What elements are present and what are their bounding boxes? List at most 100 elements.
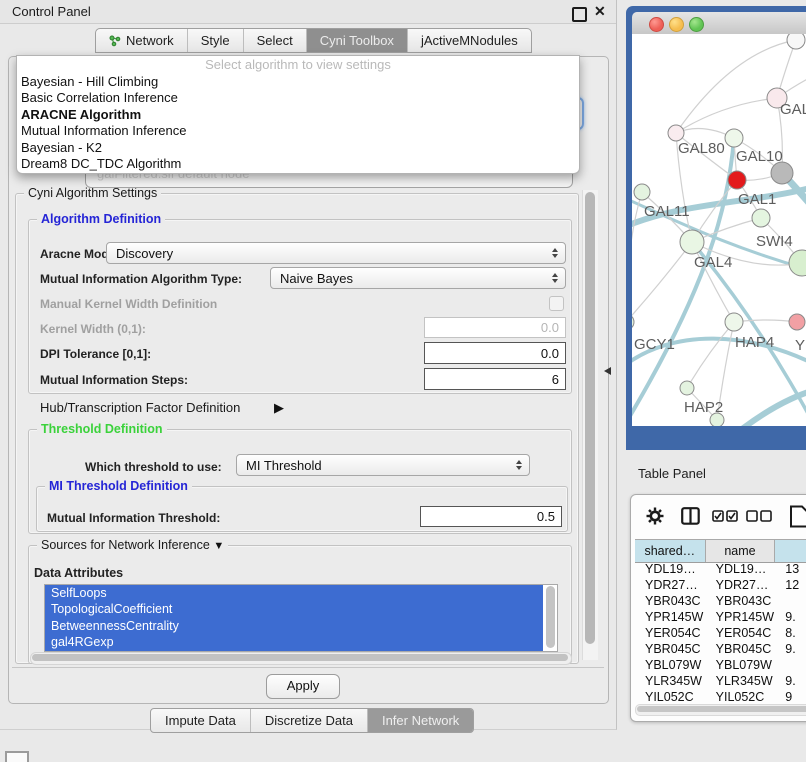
tab-infer-network[interactable]: Infer Network: [368, 709, 473, 732]
network-canvas[interactable]: GAL GAL80 GAL10 GAL1 GAL11 SWI4 GAL4 GCY…: [632, 34, 806, 426]
cyni-bottom-tabbar: Impute Data Discretize Data Infer Networ…: [150, 708, 474, 733]
which-threshold-combobox[interactable]: MI Threshold: [236, 454, 530, 476]
tab-label: Select: [257, 33, 293, 48]
network-node-salmon[interactable]: [789, 314, 805, 330]
group-title: Algorithm Definition: [37, 212, 165, 226]
float-panel-icon[interactable]: [572, 7, 587, 22]
cell-value: [775, 657, 806, 673]
table-row[interactable]: YLR345WYLR345W9.: [635, 673, 806, 689]
tab-network[interactable]: Network: [96, 29, 188, 52]
cell-value: [775, 593, 806, 609]
network-node-gray[interactable]: [771, 162, 793, 184]
column-layout-icon[interactable]: [681, 507, 700, 525]
mi-steps-input[interactable]: [424, 368, 566, 390]
mi-type-combobox[interactable]: Naive Bayes: [270, 267, 566, 289]
tab-select[interactable]: Select: [244, 29, 307, 52]
tab-style[interactable]: Style: [188, 29, 244, 52]
cell-name: YBR043C: [706, 593, 776, 609]
select-all-checkboxes-icon[interactable]: [712, 510, 738, 522]
collapse-arrow-icon[interactable]: ▶: [274, 400, 284, 416]
tab-label: Discretize Data: [265, 713, 353, 728]
algorithm-option[interactable]: Dream8 DC_TDC Algorithm: [17, 156, 579, 172]
network-node-gal11[interactable]: [634, 184, 650, 200]
tab-cyni-toolbox[interactable]: Cyni Toolbox: [307, 29, 408, 52]
algorithm-option[interactable]: Mutual Information Inference: [17, 123, 579, 139]
network-node[interactable]: [787, 34, 805, 49]
cell-name: YER054C: [706, 625, 776, 641]
cell-shared: YBL079W: [635, 657, 706, 673]
new-table-icon[interactable]: [789, 505, 806, 528]
network-node-hap2[interactable]: [680, 381, 694, 395]
algorithm-dropdown-popup: Select algorithm to view settings Bayesi…: [16, 55, 580, 174]
network-node-gal80[interactable]: [668, 125, 684, 141]
settings-horizontal-scrollbar[interactable]: [30, 652, 572, 665]
mi-threshold-input[interactable]: [420, 506, 562, 527]
control-panel: Control Panel ✕ Network Style Select Cyn…: [0, 0, 617, 730]
table-row[interactable]: YBR045CYBR045C9.: [635, 641, 806, 657]
scrollbar-thumb[interactable]: [585, 192, 595, 644]
node-label: GAL: [780, 101, 806, 118]
table-row[interactable]: YDR27…YDR27…12: [635, 577, 806, 593]
attribute-item-selected[interactable]: gal4RGexp: [45, 634, 543, 650]
cell-name: YLR345W: [706, 673, 776, 689]
algorithm-option[interactable]: Basic Correlation Inference: [17, 90, 579, 106]
network-window-titlebar[interactable]: [632, 12, 806, 35]
column-header-sharedname[interactable]: shared…: [635, 540, 706, 562]
algorithm-option[interactable]: Bayesian - Hill Climbing: [17, 74, 579, 90]
attribute-item-selected[interactable]: SelfLoops: [45, 585, 543, 601]
tab-label: Cyni Toolbox: [320, 33, 394, 48]
algorithm-option[interactable]: Bayesian - K2: [17, 140, 579, 156]
minimize-window-icon[interactable]: [669, 17, 684, 32]
control-panel-title: Control Panel: [12, 4, 91, 19]
table-row[interactable]: YBR043CYBR043C: [635, 593, 806, 609]
table-row[interactable]: YER054CYER054C8.: [635, 625, 806, 641]
list-vertical-scrollbar[interactable]: [546, 586, 555, 648]
apply-button[interactable]: Apply: [266, 674, 340, 699]
data-attributes-list[interactable]: SelfLoops TopologicalCoefficient Between…: [44, 584, 558, 652]
column-header-name[interactable]: name: [706, 540, 776, 562]
node-label: GAL80: [678, 140, 725, 157]
expand-arrow-icon[interactable]: ▼: [213, 540, 224, 552]
mi-threshold-label: Mutual Information Threshold:: [47, 511, 220, 525]
zoom-window-icon[interactable]: [689, 17, 704, 32]
column-header-partial[interactable]: [775, 540, 806, 562]
table-body[interactable]: YDL19…YDL19…13 YDR27…YDR27…12 YBR043CYBR…: [635, 561, 806, 701]
scrollbar-thumb[interactable]: [32, 654, 568, 661]
network-node-gcy1[interactable]: [632, 314, 634, 330]
cell-name: YDR27…: [706, 577, 776, 593]
kernel-width-input[interactable]: [424, 317, 566, 338]
attribute-item-selected[interactable]: BetweennessCentrality: [45, 618, 543, 634]
network-node-gal10[interactable]: [725, 129, 743, 147]
cell-shared: YIL052C: [635, 689, 706, 701]
manual-kernel-checkbox[interactable]: [549, 296, 564, 311]
table-row[interactable]: YPR145WYPR145W9.: [635, 609, 806, 625]
node-label: HAP2: [684, 399, 723, 416]
network-graph[interactable]: [632, 34, 806, 426]
attribute-item-selected[interactable]: TopologicalCoefficient: [45, 601, 543, 617]
network-node-hap4[interactable]: [725, 313, 743, 331]
network-node[interactable]: [789, 250, 806, 276]
network-node-selected-red[interactable]: [728, 171, 746, 189]
table-row[interactable]: YIL052CYIL052C9: [635, 689, 806, 701]
tab-jactivemnodules[interactable]: jActiveMNodules: [408, 29, 531, 52]
table-panel-title: Table Panel: [638, 466, 706, 481]
deselect-all-checkboxes-icon[interactable]: [746, 510, 772, 522]
close-window-icon[interactable]: [649, 17, 664, 32]
close-icon[interactable]: ✕: [594, 3, 606, 20]
network-view-window[interactable]: GAL GAL80 GAL10 GAL1 GAL11 SWI4 GAL4 GCY…: [626, 6, 806, 450]
scrollbar-thumb[interactable]: [637, 706, 806, 712]
aracne-mode-combobox[interactable]: Discovery: [106, 242, 566, 264]
algorithm-option-selected[interactable]: ARACNE Algorithm: [17, 107, 579, 123]
network-node-swi4[interactable]: [752, 209, 770, 227]
table-row[interactable]: YBL079WYBL079W: [635, 657, 806, 673]
table-horizontal-scrollbar[interactable]: [635, 704, 806, 716]
dpi-tolerance-input[interactable]: [424, 342, 566, 364]
hub-section-label[interactable]: Hub/Transcription Factor Definition: [40, 400, 240, 415]
cell-shared: YLR345W: [635, 673, 706, 689]
table-row[interactable]: YDL19…YDL19…13: [635, 561, 806, 577]
gear-icon[interactable]: [646, 507, 664, 525]
tab-impute-data[interactable]: Impute Data: [151, 709, 251, 732]
minimized-panel-icon[interactable]: [5, 751, 29, 762]
tab-discretize-data[interactable]: Discretize Data: [251, 709, 368, 732]
network-node-gal4[interactable]: [680, 230, 704, 254]
